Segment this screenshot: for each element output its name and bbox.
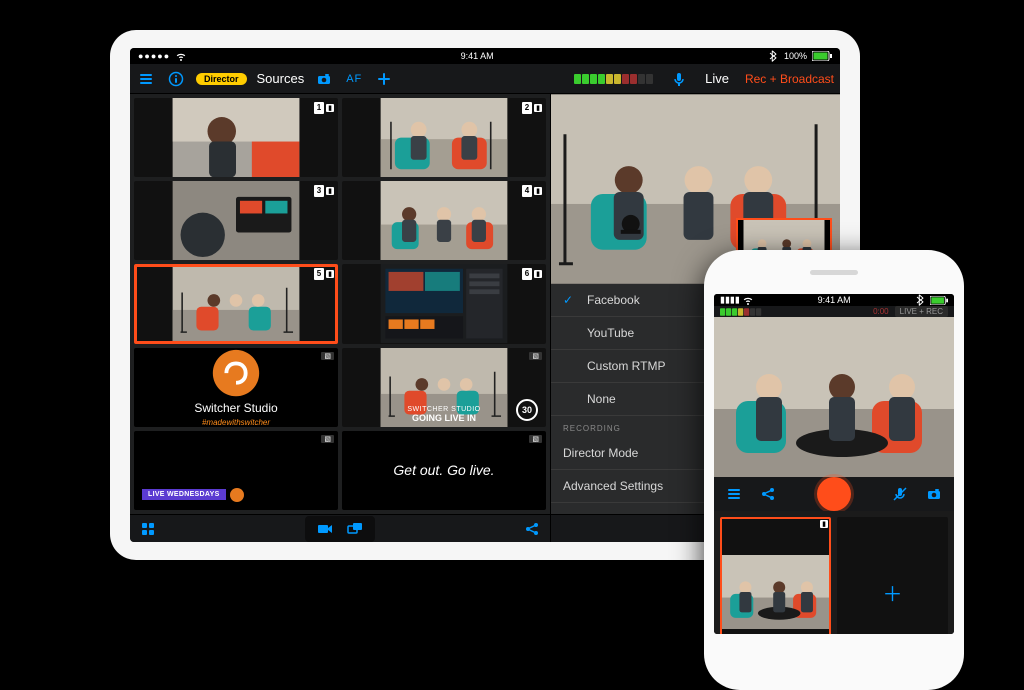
source-lowerthird-card[interactable]: ▧ LIVE WEDNESDAYS	[134, 431, 338, 510]
menu-label: Director Mode	[563, 446, 638, 460]
bottom-bar	[130, 514, 550, 542]
status-time: 9:41 AM	[461, 51, 494, 61]
iphone-screen: ▮▮▮▮ 9:41 AM 0:00 LIVE + REC	[714, 294, 954, 634]
camera-icon: ▮	[534, 104, 542, 112]
overlay-button[interactable]	[345, 519, 365, 539]
vu-meter	[720, 308, 761, 316]
status-time: 9:41 AM	[818, 295, 851, 305]
live-rec-badge[interactable]: LIVE + REC	[895, 306, 948, 317]
menu-label: Custom RTMP	[587, 359, 665, 373]
add-source-button[interactable]	[374, 69, 394, 89]
brand-logo-icon	[230, 488, 244, 502]
image-icon: ▧	[529, 435, 542, 443]
tagline: Get out. Go live.	[342, 460, 546, 480]
brand-logo-icon	[134, 348, 338, 398]
rec-broadcast-button[interactable]: Rec + Broadcast	[745, 72, 834, 86]
signal-dots: ●●●●●	[138, 51, 170, 61]
countdown-sub: GOING LIVE IN	[342, 413, 546, 423]
menu-label: YouTube	[587, 326, 634, 340]
source-5[interactable]: 5▮	[134, 264, 338, 343]
live-title: Live	[705, 71, 729, 86]
vu-meter	[574, 74, 653, 84]
source-countdown-card[interactable]: ▧ SWITCHER STUDIO GOING LIVE IN 30	[342, 348, 546, 427]
sources-title: Sources	[257, 71, 305, 86]
camera-button[interactable]	[314, 69, 334, 89]
iphone-device: ▮▮▮▮ 9:41 AM 0:00 LIVE + REC	[704, 250, 964, 690]
plus-icon: ＋	[883, 578, 903, 607]
speaker-grille	[810, 270, 858, 275]
source-4[interactable]: 4▮	[342, 181, 546, 260]
iphone-thumbs: ▮ ＋	[714, 511, 954, 634]
battery-pct: 100%	[784, 51, 807, 61]
share-button[interactable]	[758, 484, 778, 504]
camera-icon: ▮	[326, 104, 334, 112]
signal-bars: ▮▮▮▮	[720, 294, 740, 304]
source-6[interactable]: 6▮	[342, 264, 546, 343]
record-timer: 0:00	[873, 307, 889, 316]
info-button[interactable]	[166, 69, 186, 89]
camera-icon: ▮	[534, 187, 542, 195]
wifi-icon	[175, 50, 187, 62]
source-brand-card[interactable]: ▧ Switcher Studio #madewithswitcher	[134, 348, 338, 427]
iphone-preview[interactable]	[714, 317, 954, 477]
source-tagline-card[interactable]: ▧ Get out. Go live.	[342, 431, 546, 510]
battery-icon	[930, 296, 948, 305]
brand-hashtag: #madewithswitcher	[202, 418, 270, 427]
wifi-icon	[742, 294, 754, 306]
mic-mute-button[interactable]	[890, 484, 910, 504]
camera-button[interactable]	[924, 484, 944, 504]
menu-button[interactable]	[136, 69, 156, 89]
source-2[interactable]: 2▮	[342, 98, 546, 177]
grid-view-button[interactable]	[138, 519, 158, 539]
bluetooth-icon	[914, 294, 926, 306]
countdown-badge: 30	[516, 399, 538, 421]
check-icon: ✓	[563, 293, 577, 307]
record-button[interactable]	[817, 477, 851, 511]
sources-grid: 1▮ 2▮ 3▮ 4▮ 5▮ 6▮ ▧ Switcher Studio #mad…	[130, 94, 550, 514]
af-button[interactable]: AF	[344, 69, 364, 89]
share-button[interactable]	[522, 519, 542, 539]
battery-icon	[812, 51, 832, 61]
bluetooth-icon	[767, 50, 779, 62]
menu-label: Facebook	[587, 293, 640, 307]
top-toolbar: Director Sources AF Live Rec + Broadcast	[130, 64, 840, 94]
brand-name: Switcher Studio	[194, 401, 277, 415]
source-video-button[interactable]	[315, 519, 335, 539]
iphone-subheader: 0:00 LIVE + REC	[714, 306, 954, 317]
iphone-control-bar	[714, 477, 954, 511]
status-bar: ▮▮▮▮ 9:41 AM	[714, 294, 954, 306]
source-3[interactable]: 3▮	[134, 181, 338, 260]
menu-label: Advanced Settings	[563, 479, 663, 493]
status-bar: ●●●●● 9:41 AM 100%	[130, 48, 840, 64]
director-chip[interactable]: Director	[196, 73, 247, 85]
camera-icon: ▮	[326, 187, 334, 195]
menu-button[interactable]	[724, 484, 744, 504]
image-icon: ▧	[321, 435, 334, 443]
lower-third: LIVE WEDNESDAYS	[142, 489, 226, 500]
camera-icon: ▮	[820, 520, 828, 528]
camera-icon: ▮	[534, 270, 542, 278]
source-1[interactable]: 1▮	[134, 98, 338, 177]
image-icon: ▧	[529, 352, 542, 360]
camera-icon: ▮	[326, 270, 334, 278]
menu-label: None	[587, 392, 616, 406]
mic-button[interactable]	[669, 69, 689, 89]
